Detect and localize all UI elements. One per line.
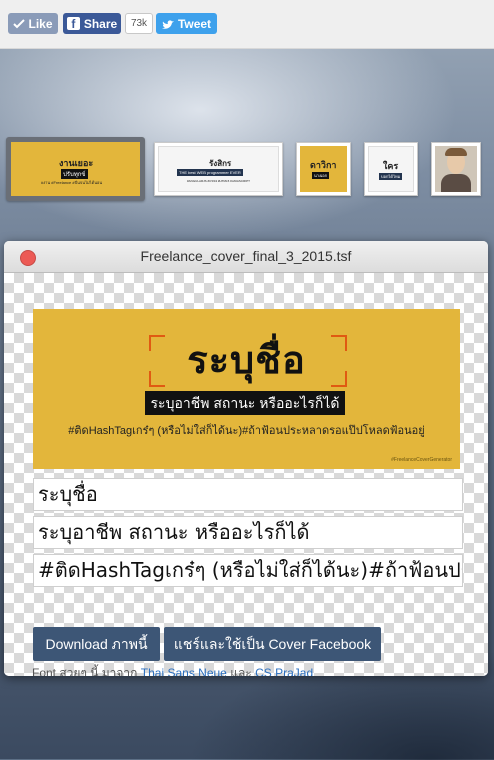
transparent-canvas: ระบุชื่อ ระบุอาชีพ สถานะ หรืออะไรก็ได้ #… bbox=[4, 273, 488, 676]
template-thumbnail-5[interactable] bbox=[431, 142, 481, 196]
share-label: Share bbox=[83, 16, 118, 31]
job-input[interactable]: ระบุอาชีพ สถานะ หรืออะไรก็ได้ bbox=[33, 516, 463, 549]
facebook-like-button[interactable]: Like bbox=[8, 13, 58, 34]
template-thumbnail-1[interactable]: งานเยอะ ปรับทุกข์ #งาน #Freelance #ปั่นจ… bbox=[6, 137, 145, 201]
thai-sans-neue-link[interactable]: Thai Sans Neue bbox=[141, 666, 227, 676]
facebook-share-button[interactable]: f Share bbox=[63, 13, 121, 34]
cover-tags-text: #ติดHashTagเกร๋ๆ (หรือไม่ใส่ก็ได้นะ)#ถ้า… bbox=[68, 425, 425, 437]
facebook-icon: f bbox=[66, 17, 80, 30]
hashtag-input[interactable]: #ติดHashTagเกร๋ๆ (หรือไม่ใส่ก็ได้นะ)#ถ้า… bbox=[33, 554, 463, 587]
thumbnail-text: THE best WEB programmer EVER bbox=[177, 169, 243, 176]
share-cover-button[interactable]: แชร์และใช้เป็น Cover Facebook bbox=[164, 627, 381, 661]
portrait-photo bbox=[435, 146, 477, 192]
thumbnail-text: #ANGULARJS #CSS3 #HTML5 #JAVASCRIPT bbox=[187, 179, 250, 183]
thumbnail-text: งานเยอะ bbox=[59, 158, 94, 168]
thumbnail-text: ใคร bbox=[383, 161, 399, 171]
template-thumbnail-3[interactable]: ดาวิกา นางเอก bbox=[296, 142, 351, 196]
tweet-button[interactable]: Tweet bbox=[156, 13, 217, 34]
cover-credit-text: #FreelanceCoverGenerator bbox=[391, 457, 452, 463]
font-credit: Font สวยๆ นี้ มาจาก Thai Sans Neue และ C… bbox=[32, 664, 313, 676]
template-thumbnail-2[interactable]: รังสิกร THE best WEB programmer EVER #AN… bbox=[154, 142, 283, 196]
thumbnail-text: ปรับทุกข์ bbox=[61, 169, 88, 179]
thumbs-up-icon bbox=[13, 18, 26, 30]
like-label: Like bbox=[28, 16, 53, 31]
thumbnail-text: นางเอก bbox=[312, 172, 330, 179]
template-thumbnail-4[interactable]: ใคร บอกได้ไหม bbox=[364, 142, 418, 196]
cover-name-text: ระบุชื่อ bbox=[187, 340, 306, 382]
close-icon[interactable] bbox=[20, 250, 36, 266]
download-button[interactable]: Download ภาพนี้ bbox=[33, 627, 160, 661]
cover-job-text: ระบุอาชีพ สถานะ หรืออะไรก็ได้ bbox=[145, 391, 345, 415]
thumbnail-text: #งาน #Freelance #ปั่นจนไม่ได้นอน bbox=[41, 180, 103, 185]
credit-prefix: Font สวยๆ นี้ มาจาก bbox=[32, 666, 138, 676]
window-title: Freelance_cover_final_3_2015.tsf bbox=[140, 248, 352, 264]
name-input[interactable]: ระบุชื่อ bbox=[33, 478, 463, 511]
share-count-badge: 73k bbox=[125, 13, 153, 34]
window-titlebar: Freelance_cover_final_3_2015.tsf bbox=[4, 241, 488, 273]
editor-window: Freelance_cover_final_3_2015.tsf ระบุชื่… bbox=[4, 241, 488, 676]
share-bar: Like f Share 73k Tweet bbox=[0, 0, 494, 49]
thumbnail-text: ดาวิกา bbox=[310, 160, 337, 170]
thumbnail-text: บอกได้ไหม bbox=[379, 173, 403, 180]
credit-and: และ bbox=[230, 666, 252, 676]
tweet-label: Tweet bbox=[177, 16, 212, 31]
cs-prajad-link[interactable]: CS PraJad bbox=[255, 666, 313, 676]
cover-preview: ระบุชื่อ ระบุอาชีพ สถานะ หรืออะไรก็ได้ #… bbox=[33, 309, 460, 469]
twitter-bird-icon bbox=[161, 19, 174, 29]
